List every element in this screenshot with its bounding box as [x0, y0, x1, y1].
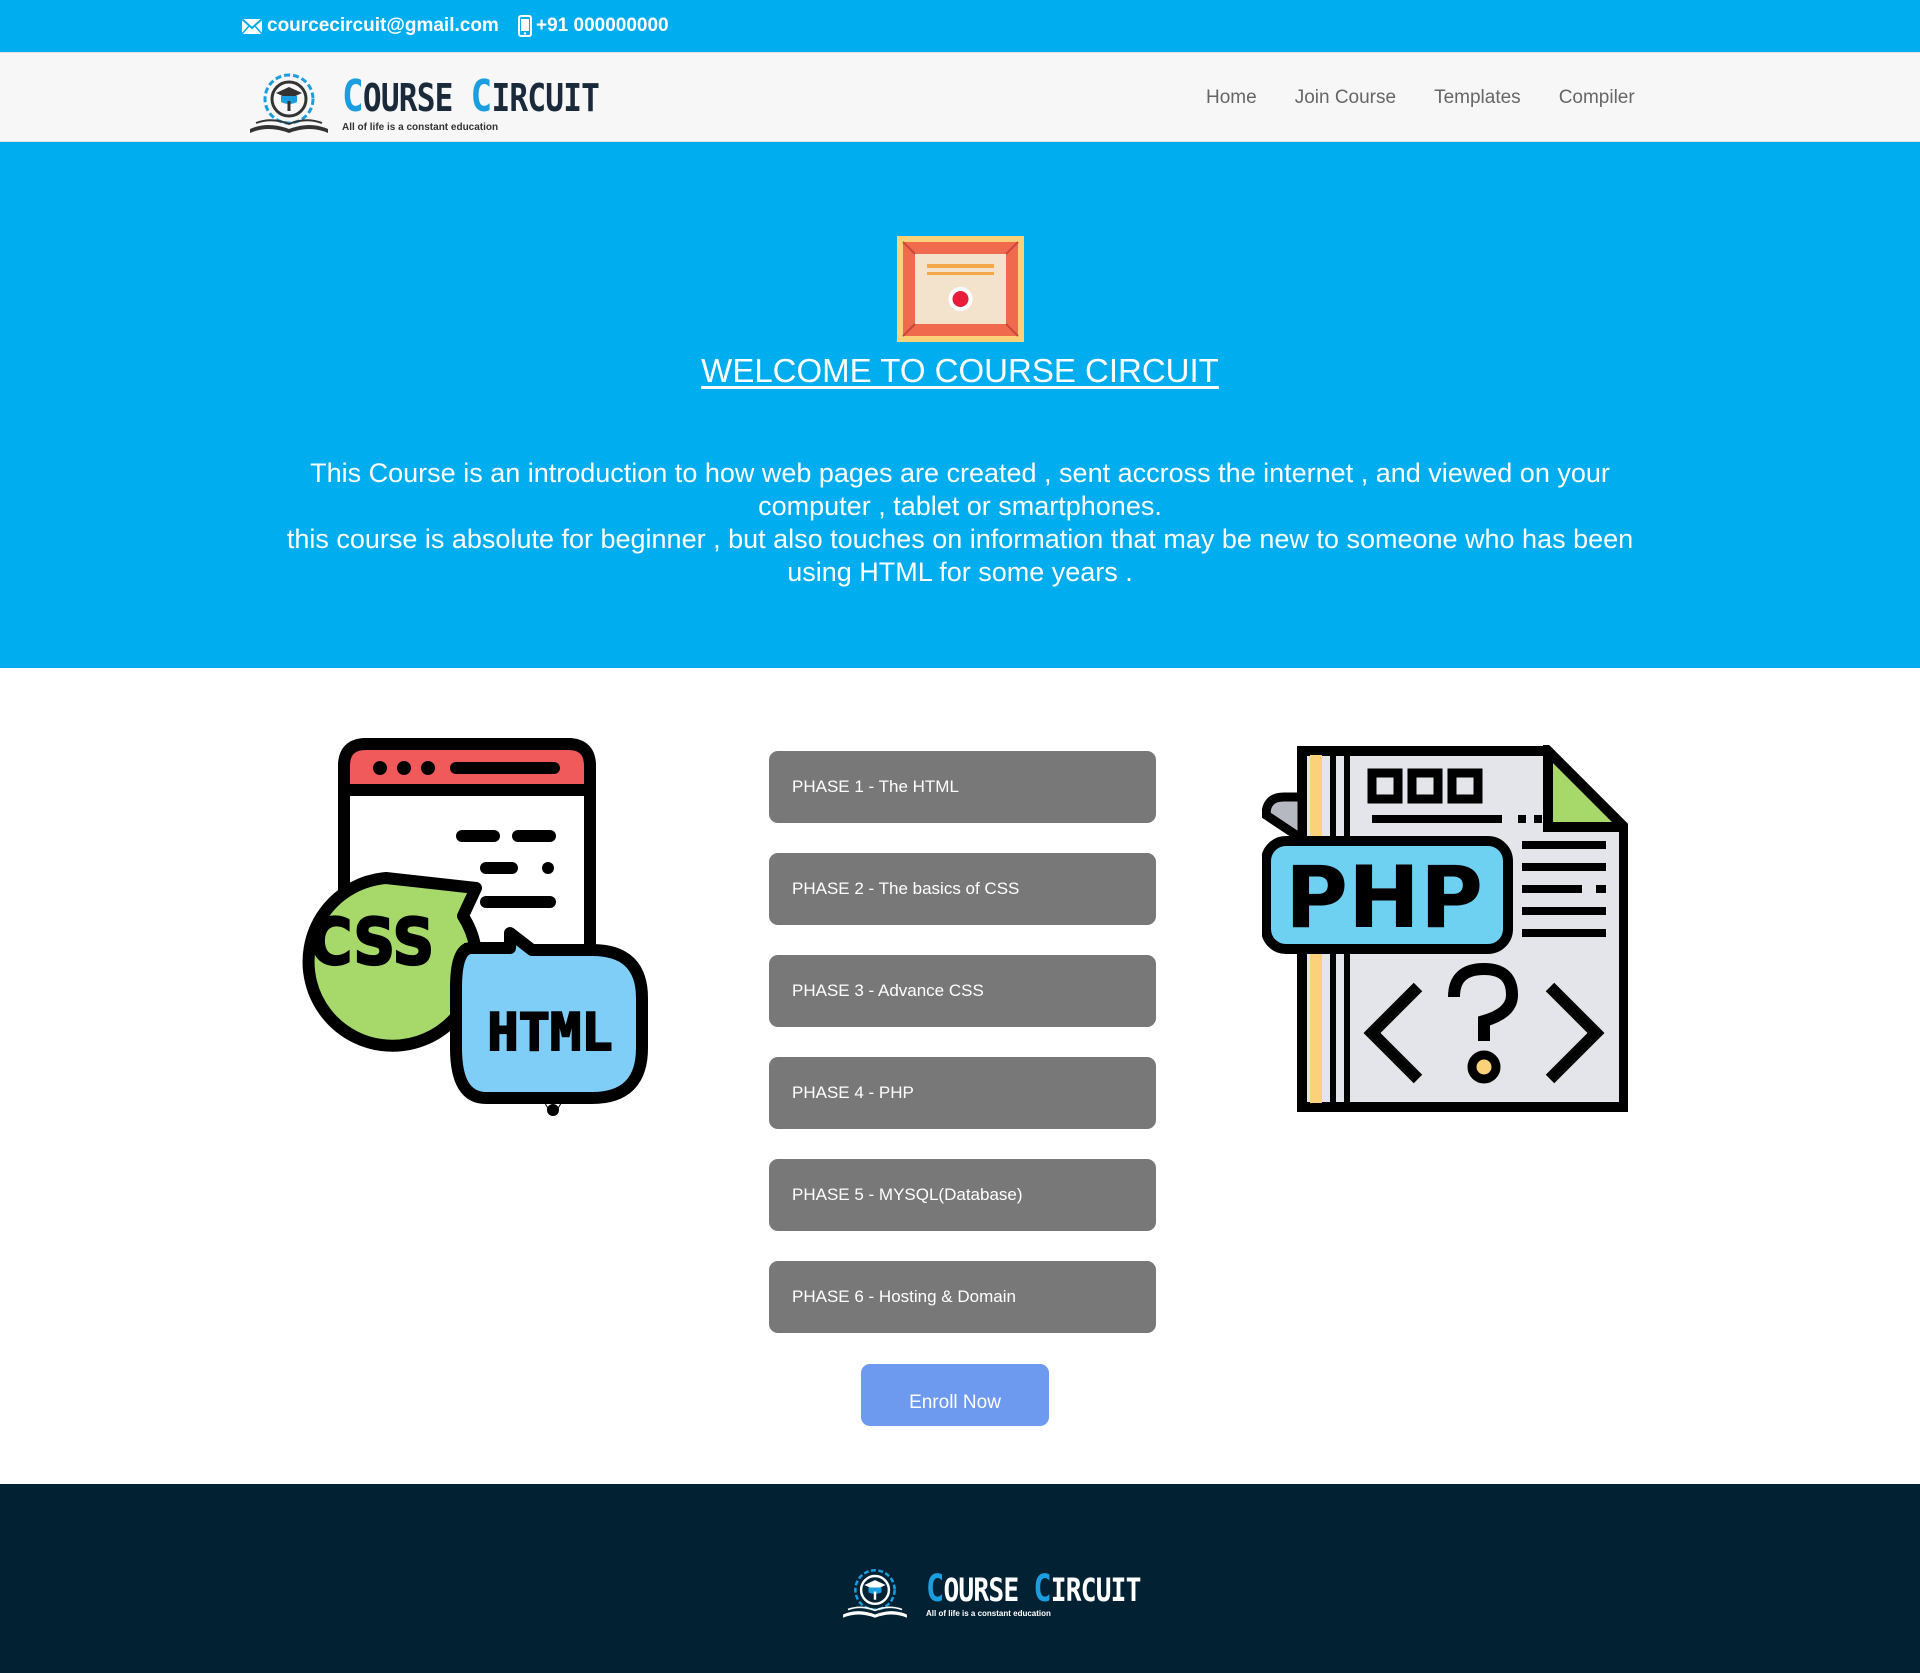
nav-links: Home Join Course Templates Compiler — [1168, 53, 1635, 143]
footer-brand-name: COURSE CIRCUIT — [926, 1567, 1141, 1610]
email-contact[interactable]: courcecircuit@gmail.com — [241, 0, 499, 52]
footer-brand-tagline: All of life is a constant education — [926, 1609, 1051, 1618]
hero-title: WELCOME TO COURSE CIRCUIT — [701, 352, 1219, 389]
phase-5-button[interactable]: PHASE 5 - MYSQL(Database) — [769, 1159, 1156, 1231]
css-html-illustration: CSS HTML — [302, 738, 648, 1116]
brand-logo[interactable]: COURSE CIRCUIT All of life is a constant… — [246, 71, 656, 137]
contact-bar: courcecircuit@gmail.com +91 000000000 — [0, 0, 1920, 52]
nav-join-course[interactable]: Join Course — [1295, 87, 1396, 109]
phone-contact[interactable]: +91 000000000 — [518, 0, 669, 52]
envelope-icon — [241, 17, 263, 34]
nav-templates[interactable]: Templates — [1434, 87, 1521, 109]
phase-3-button[interactable]: PHASE 3 - Advance CSS — [769, 955, 1156, 1027]
phase-2-button[interactable]: PHASE 2 - The basics of CSS — [769, 853, 1156, 925]
graduation-book-icon — [250, 73, 328, 133]
php-file-illustration: PHP — [1262, 745, 1628, 1112]
brand-text: COURSE CIRCUIT All of life is a constant… — [342, 75, 656, 133]
hero-description: This Course is an introduction to how we… — [260, 457, 1660, 589]
nav-compiler[interactable]: Compiler — [1559, 87, 1635, 109]
brand-name: COURSE CIRCUIT — [342, 71, 600, 122]
phone-text: +91 000000000 — [536, 15, 669, 36]
html-bubble-label: HTML — [487, 1003, 612, 1063]
hero-description-line-1: This Course is an introduction to how we… — [310, 458, 1610, 521]
css-bubble-label: CSS — [310, 905, 435, 979]
brand-tagline: All of life is a constant education — [342, 122, 499, 133]
nav-home[interactable]: Home — [1206, 87, 1257, 109]
enroll-now-button[interactable]: Enroll Now — [861, 1364, 1049, 1426]
mobile-phone-icon — [518, 15, 532, 37]
hero-section: WELCOME TO COURSE CIRCUIT This Course is… — [0, 142, 1920, 668]
phase-6-button[interactable]: PHASE 6 - Hosting & Domain — [769, 1261, 1156, 1333]
footer: COURSE CIRCUIT All of life is a constant… — [0, 1484, 1920, 1673]
graduation-book-icon — [843, 1569, 907, 1618]
phase-1-button[interactable]: PHASE 1 - The HTML — [769, 751, 1156, 823]
footer-brand-logo[interactable]: COURSE CIRCUIT All of life is a constant… — [834, 1567, 1188, 1621]
footer-brand-text: COURSE CIRCUIT All of life is a constant… — [926, 1570, 1188, 1618]
navbar: COURSE CIRCUIT All of life is a constant… — [0, 52, 1920, 142]
php-label: PHP — [1285, 848, 1483, 948]
email-text: courcecircuit@gmail.com — [267, 15, 499, 36]
certificate-icon — [897, 236, 1024, 342]
phase-4-button[interactable]: PHASE 4 - PHP — [769, 1057, 1156, 1129]
hero-description-line-2: this course is absolute for beginner , b… — [286, 524, 1634, 587]
